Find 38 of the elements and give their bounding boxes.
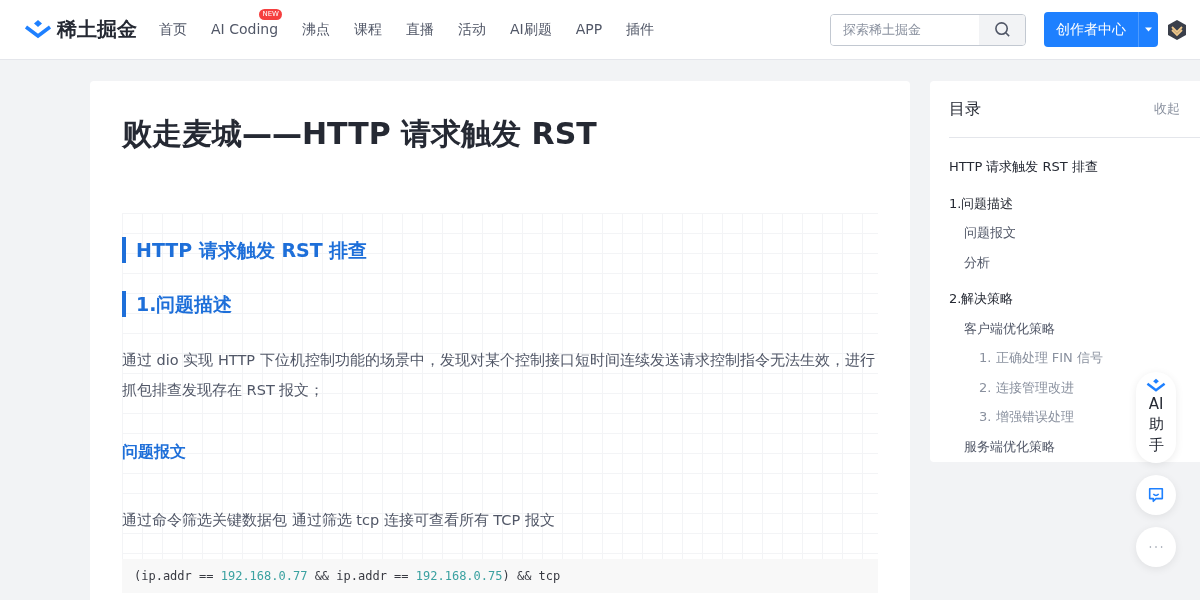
paragraph: 通过命令筛选关键数据包 通过筛选 tcp 连接可查看所有 TCP 报文 xyxy=(122,511,556,530)
toc-item[interactable]: 客户端优化策略 xyxy=(949,313,1055,343)
toc-item[interactable]: 分析 xyxy=(949,247,990,277)
nav-link[interactable]: 沸点 xyxy=(302,20,331,39)
section-heading: 1.问题描述 xyxy=(122,291,878,317)
badge-icon[interactable] xyxy=(1166,18,1188,41)
dropdown-button[interactable] xyxy=(1138,12,1158,47)
section-heading: HTTP 请求触发 RST 排查 xyxy=(122,237,878,263)
ai-assistant-button[interactable]: AI助手 xyxy=(1136,372,1176,463)
toc-item[interactable]: HTTP 请求触发 RST 排查 xyxy=(949,152,1098,182)
code-block: (ip.addr == 192.168.0.77 && ip.addr == 192.168.0.75) && tcp xyxy=(122,559,878,593)
nav-link[interactable]: AI Coding xyxy=(211,20,279,39)
toc-title: 目录 xyxy=(949,98,981,120)
chat-icon xyxy=(1147,485,1165,504)
nav-link[interactable]: 首页 xyxy=(159,20,187,39)
article-title: 败走麦城——HTTP 请求触发 RST xyxy=(122,115,598,153)
toc-item[interactable]: 服务端优化策略 xyxy=(949,431,1055,461)
toc-item[interactable]: 1.问题描述 xyxy=(949,188,1014,218)
subsection-heading: 问题报文 xyxy=(122,441,187,463)
nav-link[interactable]: 直播 xyxy=(406,20,435,39)
feedback-button[interactable] xyxy=(1136,474,1176,515)
more-icon xyxy=(1148,544,1164,549)
nav-link[interactable]: 插件 xyxy=(626,20,655,39)
caret-icon xyxy=(1145,27,1152,32)
paragraph: 通过 dio 实现 HTTP 下位机控制功能的场景中，发现对某个控制接口短时间连续发送请求控制指令无法生效，进行抓包排查发现存在 RST 报文； xyxy=(122,351,876,400)
nav-link[interactable]: AI刷题 xyxy=(510,20,552,39)
logo-icon xyxy=(1146,378,1166,394)
logo-text[interactable]: 稀土掘金 xyxy=(57,16,137,43)
nav-link[interactable]: 课程 xyxy=(354,20,383,39)
logo-icon[interactable] xyxy=(24,18,52,41)
nav-link[interactable]: 活动 xyxy=(458,20,487,39)
search-button[interactable] xyxy=(979,14,1025,45)
search-icon xyxy=(993,21,1011,38)
creator-center-button[interactable]: 创作者中心 xyxy=(1044,12,1138,47)
nav-link[interactable]: APP xyxy=(575,20,603,39)
toc-item[interactable]: 问题报文 xyxy=(949,218,1016,248)
toc-item[interactable]: 2.解决策略 xyxy=(949,284,1014,314)
search-field[interactable]: 探索稀土掘金 xyxy=(830,13,1026,46)
